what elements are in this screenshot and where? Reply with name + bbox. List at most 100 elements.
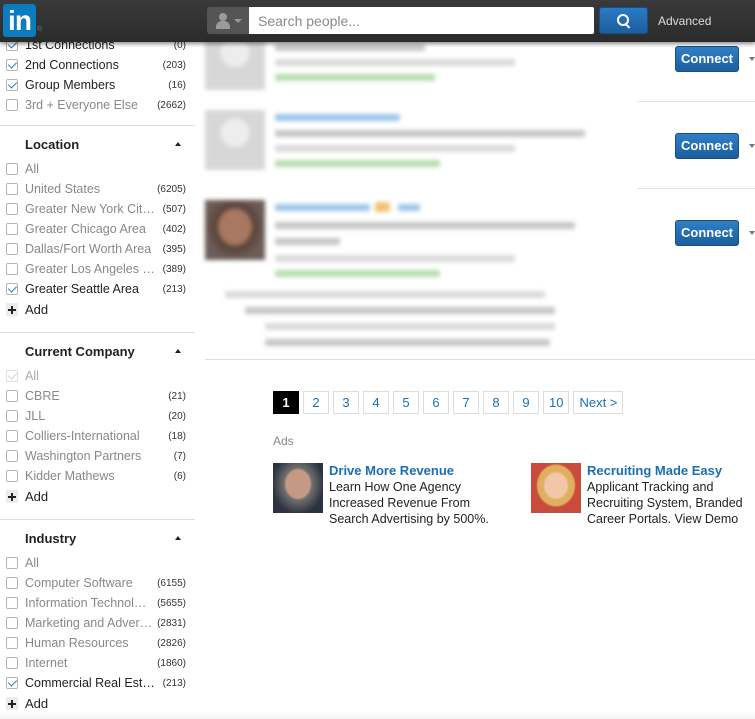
company-add-button[interactable]: Add (6, 489, 48, 504)
advanced-search-link[interactable]: Advanced (658, 14, 711, 28)
result-avatar[interactable] (205, 110, 265, 170)
page-8[interactable]: 8 (483, 391, 509, 414)
checkbox-checked[interactable] (6, 59, 18, 71)
ad-item[interactable]: Recruiting Made Easy Applicant Tracking … (531, 463, 743, 527)
facet-location-item[interactable]: Greater Chicago Area (402) (6, 220, 186, 238)
facet-relationship-2nd[interactable]: 2nd Connections (203) (6, 56, 186, 74)
page-6[interactable]: 6 (423, 391, 449, 414)
facet-title-current-company[interactable]: Current Company (25, 344, 135, 359)
checkbox[interactable] (6, 597, 18, 609)
facet-location-item[interactable]: Greater Los Angeles … (389) (6, 260, 186, 278)
facet-location-item[interactable]: Dallas/Fort Worth Area (395) (6, 240, 186, 258)
linkedin-logo-icon[interactable]: in (3, 4, 36, 37)
facet-count: (389) (162, 263, 186, 275)
checkbox[interactable] (6, 390, 18, 402)
checkbox[interactable] (6, 203, 18, 215)
search-result-card[interactable] (205, 110, 755, 180)
search-input[interactable] (249, 7, 594, 34)
ad-item[interactable]: Drive More Revenue Learn How One Agency … (273, 463, 489, 527)
next-page-button[interactable]: Next > (573, 391, 624, 414)
facet-label: 3rd + Everyone Else (25, 98, 138, 112)
connect-button[interactable]: Connect (675, 133, 739, 159)
more-actions-caret-icon[interactable] (749, 144, 755, 148)
checkbox[interactable] (6, 183, 18, 195)
facet-location-item[interactable]: All (6, 160, 186, 178)
ad-title-link[interactable]: Recruiting Made Easy (587, 463, 743, 479)
checkbox[interactable] (6, 637, 18, 649)
facet-company-item[interactable]: CBRE (21) (6, 387, 186, 405)
checkbox-checked[interactable] (6, 283, 18, 295)
more-actions-caret-icon[interactable] (749, 231, 755, 235)
page-2[interactable]: 2 (303, 391, 329, 414)
checkbox-checked-disabled[interactable] (6, 370, 18, 382)
checkbox[interactable] (6, 470, 18, 482)
checkbox[interactable] (6, 243, 18, 255)
facet-relationship-3rd[interactable]: 3rd + Everyone Else (2662) (6, 96, 186, 114)
facet-company-item[interactable]: Kidder Mathews (6) (6, 467, 186, 485)
facet-company-item[interactable]: All (6, 367, 186, 385)
plus-icon (6, 697, 18, 710)
checkbox[interactable] (6, 99, 18, 111)
collapse-caret-icon[interactable] (175, 142, 181, 146)
ad-line: Search Advertising by 500%. (329, 512, 489, 526)
ad-title-link[interactable]: Drive More Revenue (329, 463, 489, 479)
facet-location-item[interactable]: Greater New York Cit… (507) (6, 200, 186, 218)
blurred-name-link[interactable] (275, 204, 370, 211)
add-label: Add (25, 696, 49, 711)
location-add-button[interactable]: Add (6, 302, 48, 317)
checkbox[interactable] (6, 263, 18, 275)
industry-add-button[interactable]: Add (6, 696, 48, 711)
collapse-caret-icon[interactable] (175, 536, 181, 540)
blurred-connections (275, 74, 435, 81)
facet-company-item[interactable]: JLL (20) (6, 407, 186, 425)
facet-title-industry[interactable]: Industry (25, 531, 76, 546)
checkbox[interactable] (6, 223, 18, 235)
facet-industry-item[interactable]: Internet (1860) (6, 654, 186, 672)
checkbox[interactable] (6, 430, 18, 442)
search-button[interactable] (599, 7, 648, 34)
page-1[interactable]: 1 (273, 391, 299, 414)
page-3[interactable]: 3 (333, 391, 359, 414)
facet-label: All (25, 162, 39, 176)
page-5[interactable]: 5 (393, 391, 419, 414)
facet-company-item[interactable]: Colliers-International (18) (6, 427, 186, 445)
result-avatar[interactable] (205, 200, 265, 260)
collapse-caret-icon[interactable] (175, 349, 181, 353)
more-actions-caret-icon[interactable] (749, 57, 755, 61)
facet-location-item[interactable]: United States (6205) (6, 180, 186, 198)
blurred-name-link[interactable] (275, 114, 400, 121)
connect-button[interactable]: Connect (675, 46, 739, 72)
connect-button[interactable]: Connect (675, 220, 739, 246)
page-7[interactable]: 7 (453, 391, 479, 414)
checkbox[interactable] (6, 410, 18, 422)
facet-relationship-group[interactable]: Group Members (16) (6, 76, 186, 94)
checkbox[interactable] (6, 577, 18, 589)
checkbox[interactable] (6, 557, 18, 569)
checkbox-checked[interactable] (6, 677, 18, 689)
checkbox[interactable] (6, 617, 18, 629)
facet-label: Computer Software (25, 576, 133, 590)
facet-location-item[interactable]: Greater Seattle Area (213) (6, 280, 186, 298)
facet-industry-item[interactable]: Commercial Real Estate (213) (6, 674, 186, 692)
search-type-dropdown[interactable] (207, 7, 249, 34)
page-9[interactable]: 9 (513, 391, 539, 414)
search-bar (207, 7, 594, 34)
facet-industry-item[interactable]: Marketing and Adver… (2831) (6, 614, 186, 632)
facet-industry-item[interactable]: Information Technolo… (5655) (6, 594, 186, 612)
facet-label: Greater Los Angeles … (25, 262, 155, 276)
checkbox[interactable] (6, 657, 18, 669)
page-10[interactable]: 10 (543, 391, 570, 414)
checkbox-checked[interactable] (6, 79, 18, 91)
checkbox[interactable] (6, 163, 18, 175)
checkbox[interactable] (6, 450, 18, 462)
ad-image[interactable] (531, 463, 581, 513)
ad-image[interactable] (273, 463, 323, 513)
facet-industry-item[interactable]: All (6, 554, 186, 572)
page-4[interactable]: 4 (363, 391, 389, 414)
facet-title-location[interactable]: Location (25, 137, 79, 152)
facet-industry-item[interactable]: Human Resources (2826) (6, 634, 186, 652)
facet-industry-item[interactable]: Computer Software (6155) (6, 574, 186, 592)
blurred-headline-2 (275, 238, 340, 245)
facet-company-item[interactable]: Washington Partners (7) (6, 447, 186, 465)
search-result-card[interactable] (205, 198, 755, 353)
